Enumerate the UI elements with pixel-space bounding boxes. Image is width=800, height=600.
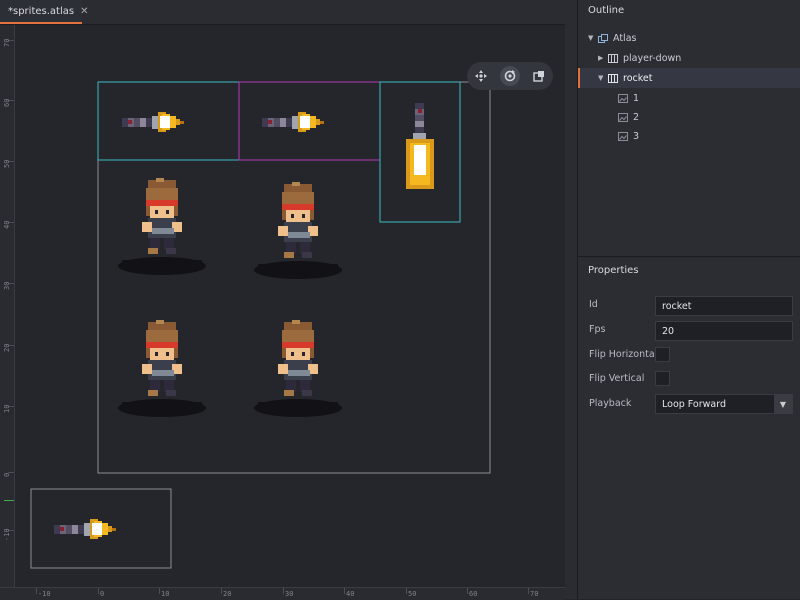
animation-preview-sprite — [54, 519, 116, 539]
outline-item-label: rocket — [623, 72, 653, 84]
vruler-label: 40 — [3, 220, 11, 229]
outline-item-frame-1[interactable]: 1 — [578, 88, 800, 108]
atlas-canvas[interactable] — [0, 25, 565, 599]
player-sprite-1 — [118, 178, 206, 275]
rotate-tool-icon[interactable] — [500, 66, 520, 86]
animation-icon — [608, 53, 618, 63]
player-sprite-2 — [254, 182, 342, 279]
image-icon — [618, 112, 628, 122]
rocket-sprite-2 — [262, 112, 324, 132]
vruler-label: 70 — [3, 38, 11, 47]
player-sprite-4 — [254, 320, 342, 417]
outline-item-frame-3[interactable]: 3 — [578, 126, 800, 146]
flip-vertical-checkbox[interactable] — [655, 371, 670, 386]
fps-field[interactable]: 20 — [655, 321, 793, 341]
playback-label: Playback — [589, 398, 632, 409]
vruler-label: 30 — [3, 281, 11, 290]
rocket-sprite-1 — [122, 112, 184, 132]
scale-tool-icon[interactable] — [529, 66, 549, 86]
tab-sprites-atlas[interactable]: *sprites.atlas ✕ — [0, 0, 88, 24]
expanded-arrow-icon[interactable]: ▼ — [598, 74, 608, 82]
selection-indicator — [578, 68, 580, 88]
vruler-label: -10 — [3, 528, 11, 541]
playback-select[interactable]: Loop Forward ▼ — [655, 394, 793, 414]
manipulator-toolbar — [467, 62, 553, 90]
hruler-label: 70 — [530, 590, 539, 598]
outline-item-label: 2 — [633, 111, 640, 123]
vruler-label: 10 — [3, 404, 11, 413]
fps-label: Fps — [589, 324, 606, 335]
editor-tab-bar: *sprites.atlas ✕ — [0, 0, 565, 25]
outline-item-atlas[interactable]: ▼ Atlas — [578, 28, 800, 48]
vertical-ruler: 70 60 50 40 30 20 10 0 -10 — [0, 25, 15, 587]
origin-marker — [4, 500, 14, 501]
hruler-label: 60 — [469, 590, 478, 598]
expanded-arrow-icon[interactable]: ▼ — [588, 34, 598, 42]
hruler-label: 20 — [223, 590, 232, 598]
outline-title: Outline — [588, 5, 625, 16]
id-field[interactable]: rocket — [655, 296, 793, 316]
playback-value: Loop Forward — [662, 398, 727, 410]
outline-item-frame-2[interactable]: 2 — [578, 107, 800, 127]
scene-viewport[interactable] — [0, 25, 565, 599]
outline-item-label: 3 — [633, 130, 640, 142]
outline-item-label: Atlas — [613, 32, 637, 44]
outline-item-player-down[interactable]: ▶ player-down — [578, 48, 800, 68]
outline-item-label: player-down — [623, 52, 682, 64]
close-icon[interactable]: ✕ — [80, 6, 88, 17]
hruler-label: 10 — [161, 590, 170, 598]
chevron-down-icon[interactable]: ▼ — [774, 395, 792, 413]
vruler-label: 60 — [3, 98, 11, 107]
flip-vertical-label: Flip Vertical — [589, 373, 645, 384]
properties-title: Properties — [588, 265, 639, 276]
move-tool-icon[interactable] — [471, 66, 491, 86]
image-icon — [618, 93, 628, 103]
hruler-label: -10 — [38, 590, 51, 598]
id-label: Id — [589, 299, 598, 310]
vruler-label: 50 — [3, 159, 11, 168]
image-icon — [618, 131, 628, 141]
hruler-label: 30 — [285, 590, 294, 598]
vruler-label: 0 — [3, 472, 11, 477]
flip-horizontal-label: Flip Horizontal — [589, 349, 658, 360]
vruler-label: 20 — [3, 343, 11, 352]
hruler-label: 0 — [100, 590, 105, 598]
tab-title: *sprites.atlas — [8, 5, 75, 17]
rocket-sprite-3 — [406, 103, 434, 189]
panel-divider[interactable] — [578, 256, 800, 257]
hruler-label: 40 — [346, 590, 355, 598]
horizontal-ruler: -10 0 10 20 30 40 50 60 70 — [0, 587, 565, 600]
hruler-label: 50 — [408, 590, 417, 598]
outline-item-rocket[interactable]: ▼ rocket — [578, 68, 800, 88]
player-sprite-3 — [118, 320, 206, 417]
outline-item-label: 1 — [633, 92, 640, 104]
collapsed-arrow-icon[interactable]: ▶ — [598, 54, 608, 62]
flip-horizontal-checkbox[interactable] — [655, 347, 670, 362]
panel-splitter[interactable] — [565, 0, 577, 599]
animation-icon — [608, 73, 618, 83]
atlas-icon — [598, 33, 608, 43]
